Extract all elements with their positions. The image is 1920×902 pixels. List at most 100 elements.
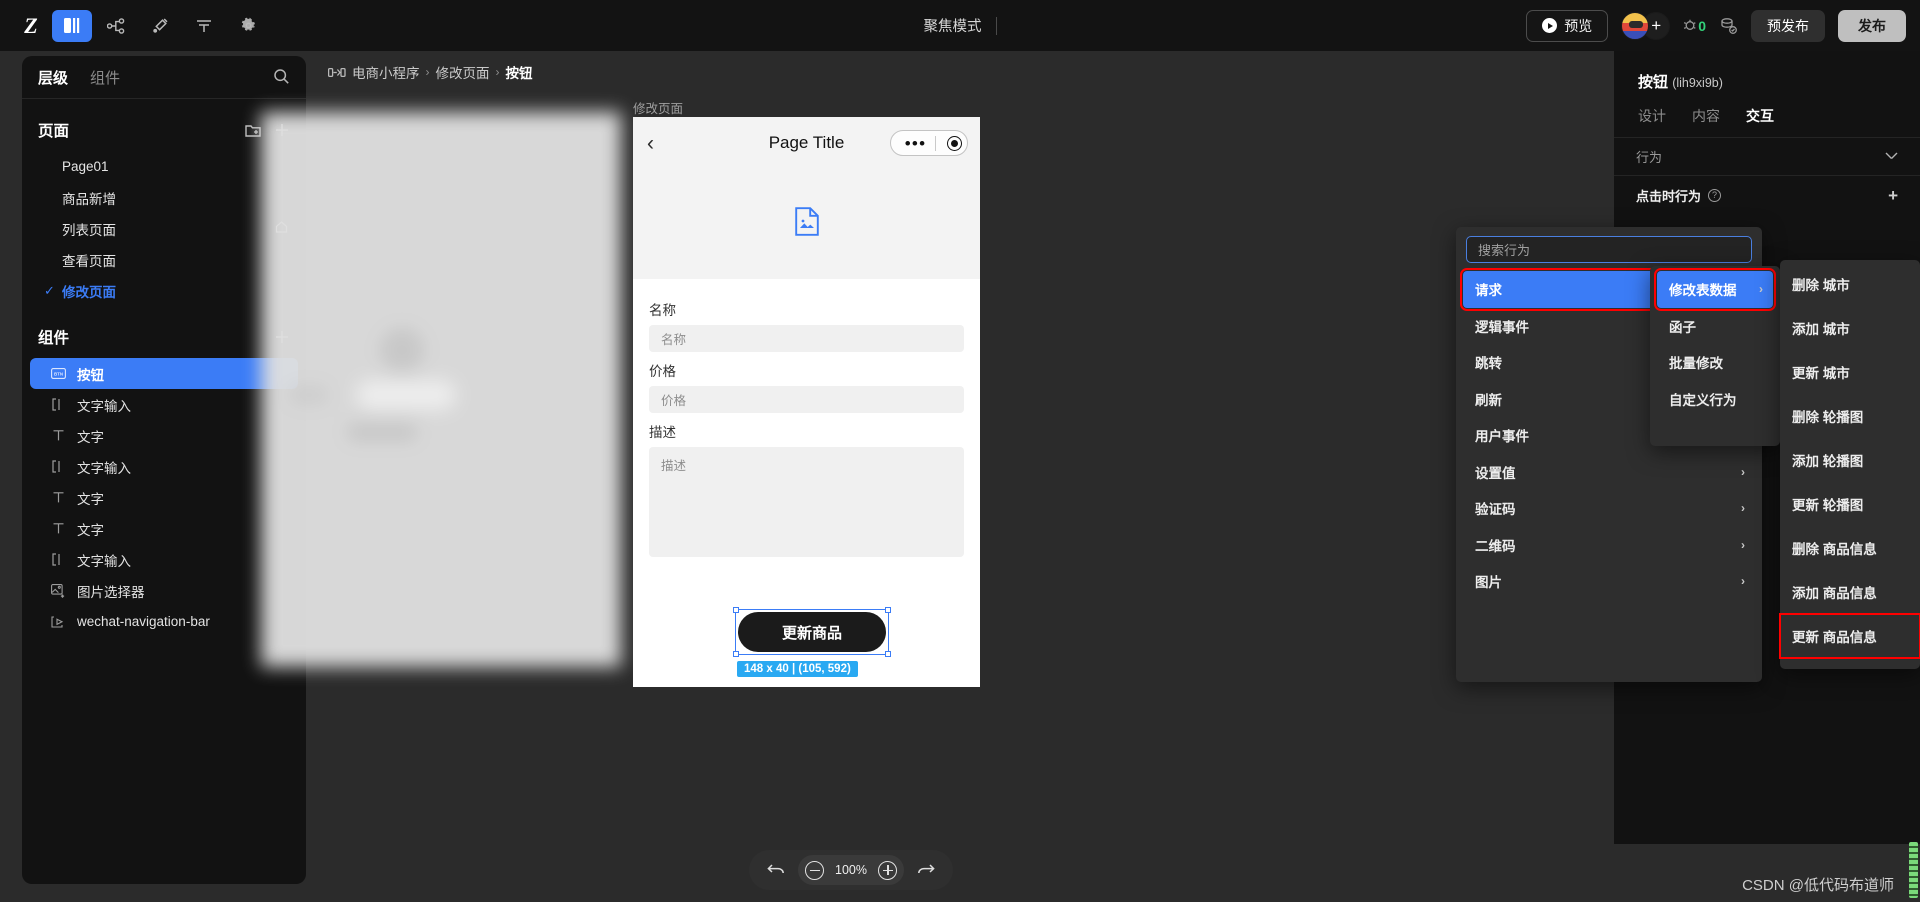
breadcrumb-component[interactable]: 按钮 <box>506 62 533 82</box>
undo-icon[interactable] <box>761 855 791 885</box>
redo-icon[interactable] <box>911 855 941 885</box>
component-item-image-picker[interactable]: 图片选择器 <box>30 575 298 606</box>
submenu-item-add-product[interactable]: 添加 商品信息 <box>1780 570 1920 614</box>
menu-item-label: 二维码 <box>1475 538 1516 554</box>
watermark: CSDN @低代码布道师 <box>1742 877 1894 894</box>
top-toolbar: Z 聚焦模式 预览 + 0 预发布 发布 <box>0 0 1920 51</box>
chevron-right-icon: › <box>1741 501 1745 516</box>
component-item-text[interactable]: 文字 <box>30 513 298 544</box>
canvas-page-label: 修改页面 <box>633 102 684 116</box>
component-item-text-input[interactable]: 文字输入 <box>30 451 298 482</box>
breadcrumb: 电商小程序 › 修改页面 › 按钮 <box>328 62 533 82</box>
submenu-item-delete-product[interactable]: 删除 商品信息 <box>1780 526 1920 570</box>
resize-handle-top-right[interactable] <box>885 607 891 613</box>
price-input[interactable]: 价格 <box>649 386 964 413</box>
target-icon[interactable] <box>946 135 962 151</box>
menu-item-label: 请求 <box>1475 283 1502 299</box>
resize-handle-bottom-right[interactable] <box>885 651 891 657</box>
submenu-item-custom-behavior[interactable]: 自定义行为 <box>1657 381 1773 418</box>
phone-preview[interactable]: ‹ Page Title ••• 名称 名称 价格 价格 描述 描述 更新商品 … <box>633 117 980 687</box>
button-icon: BTN <box>50 365 67 382</box>
submenu-item-modify-table-data[interactable]: 修改表数据 › <box>1654 268 1776 311</box>
tab-interaction[interactable]: 交互 <box>1746 106 1774 126</box>
add-behavior-button[interactable]: + <box>1888 187 1898 204</box>
component-item-nav-bar[interactable]: wechat-navigation-bar <box>30 606 298 637</box>
submenu-item-add-city[interactable]: 添加 城市 <box>1780 306 1920 350</box>
resize-handle-top-left[interactable] <box>733 607 739 613</box>
avatar[interactable] <box>1621 11 1650 40</box>
component-item-text[interactable]: 文字 <box>30 482 298 513</box>
submenu-item-add-carousel[interactable]: 添加 轮播图 <box>1780 438 1920 482</box>
zoom-out-button[interactable] <box>805 860 824 880</box>
menu-item-label: 设置值 <box>1475 465 1516 481</box>
focus-mode-button[interactable]: 聚焦模式 <box>924 15 982 36</box>
publish-button[interactable]: 发布 <box>1838 9 1906 42</box>
component-item-text-input[interactable]: 文字输入 <box>30 389 298 420</box>
behavior-section-header[interactable]: 行为 <box>1614 138 1920 176</box>
chevron-collapse-icon[interactable] <box>1885 149 1898 164</box>
app-logo[interactable]: Z <box>14 9 48 43</box>
image-picker-icon <box>50 582 67 599</box>
menu-item-label: 用户事件 <box>1475 429 1529 445</box>
sidebar-tab-layers[interactable]: 层级 <box>38 67 68 88</box>
tab-design[interactable]: 设计 <box>1638 106 1666 126</box>
breadcrumb-page[interactable]: 修改页面 <box>436 62 490 82</box>
text-icon <box>50 427 67 444</box>
menu-item-label: 批量修改 <box>1669 356 1723 372</box>
component-item-text-input[interactable]: 文字输入 <box>30 544 298 575</box>
nav-bar-icon <box>50 613 67 630</box>
svg-text:BTN: BTN <box>54 371 63 376</box>
bug-count-indicator[interactable]: 0 <box>1683 17 1706 34</box>
menu-item-captcha[interactable]: 验证码 › <box>1463 490 1755 527</box>
tab-content[interactable]: 内容 <box>1692 106 1720 126</box>
toolbar-divider <box>995 16 997 35</box>
behavior-search-input[interactable]: 搜索行为 <box>1466 236 1752 263</box>
menu-item-set-value[interactable]: 设置值 › <box>1463 454 1755 491</box>
zoom-in-button[interactable] <box>878 860 897 880</box>
flow-icon[interactable] <box>96 10 136 42</box>
breadcrumb-separator: › <box>495 65 500 79</box>
submenu-item-delete-city[interactable]: 删除 城市 <box>1780 262 1920 306</box>
submenu-item-update-city[interactable]: 更新 城市 <box>1780 350 1920 394</box>
description-textarea[interactable]: 描述 <box>649 447 964 557</box>
plugin-icon[interactable] <box>140 10 180 42</box>
database-icon[interactable] <box>184 10 224 42</box>
search-icon[interactable] <box>273 68 290 90</box>
component-item-label: 文字 <box>77 522 104 538</box>
preview-button[interactable]: 预览 <box>1526 9 1609 42</box>
pages-section-title: 页面 <box>38 123 70 140</box>
component-item-text[interactable]: 文字 <box>30 420 298 451</box>
menu-item-qrcode[interactable]: 二维码 › <box>1463 527 1755 564</box>
resize-handle-bottom-left[interactable] <box>733 651 739 657</box>
play-icon <box>1542 18 1558 33</box>
zoom-level-value[interactable]: 100% <box>832 863 870 877</box>
behavior-section-label: 行为 <box>1636 150 1663 165</box>
text-icon <box>50 520 67 537</box>
submenu-item-update-carousel[interactable]: 更新 轮播图 <box>1780 482 1920 526</box>
scroll-indicator-strip[interactable] <box>1909 842 1918 898</box>
component-item-label: 文字输入 <box>77 398 131 414</box>
submenu-item-delete-carousel[interactable]: 删除 轮播图 <box>1780 394 1920 438</box>
on-click-behavior-row: 点击时行为 ? + <box>1614 176 1920 214</box>
text-input-icon <box>50 396 67 413</box>
pre-publish-button[interactable]: 预发布 <box>1751 9 1825 42</box>
menu-item-image[interactable]: 图片 › <box>1463 563 1755 600</box>
menu-item-label: 函子 <box>1669 319 1696 335</box>
submenu-list-level3: 删除 城市 添加 城市 更新 城市 删除 轮播图 添加 轮播图 更新 轮播图 删… <box>1779 260 1920 659</box>
new-folder-icon[interactable] <box>245 123 261 137</box>
gear-icon[interactable] <box>228 10 268 42</box>
submenu-item-batch-modify[interactable]: 批量修改 <box>1657 344 1773 381</box>
sidebar-tab-components[interactable]: 组件 <box>90 67 120 88</box>
submenu-item-update-product[interactable]: 更新 商品信息 <box>1779 613 1920 659</box>
breadcrumb-root[interactable]: 电商小程序 <box>352 62 420 82</box>
component-item-label: wechat-navigation-bar <box>77 614 210 629</box>
name-input[interactable]: 名称 <box>649 325 964 352</box>
layers-icon[interactable] <box>52 9 92 42</box>
submenu-item-functor[interactable]: 函子 <box>1657 308 1773 345</box>
component-item-button[interactable]: BTN 按钮 <box>30 358 298 389</box>
data-check-icon[interactable] <box>1719 17 1738 35</box>
behavior-submenu-level3: 删除 城市 添加 城市 更新 城市 删除 轮播图 添加 轮播图 更新 轮播图 删… <box>1779 260 1920 669</box>
help-icon[interactable]: ? <box>1708 188 1722 202</box>
image-placeholder-region[interactable] <box>633 169 980 279</box>
more-dots-icon[interactable]: ••• <box>897 135 935 152</box>
